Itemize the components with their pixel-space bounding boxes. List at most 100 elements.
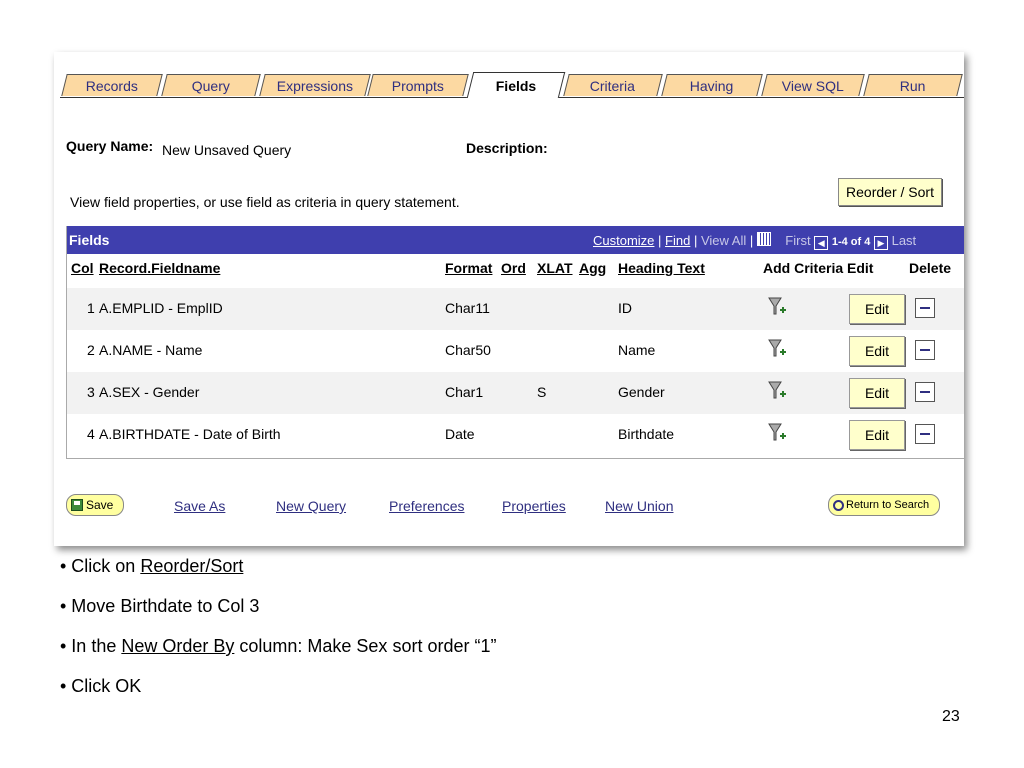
header-format[interactable]: Format: [445, 260, 492, 276]
edit-button[interactable]: Edit: [849, 420, 905, 450]
next-arrow-icon[interactable]: ▶: [873, 236, 888, 250]
delete-row-icon[interactable]: [915, 298, 935, 318]
tab-query[interactable]: Query: [161, 74, 261, 96]
row-format: Char11: [445, 300, 490, 316]
row-format: Char1: [445, 384, 484, 400]
table-row: 1 A.EMPLID - EmplID Char11 ID Edit: [67, 288, 964, 330]
tab-label: Fields: [495, 77, 537, 94]
header-heading-text[interactable]: Heading Text: [618, 260, 705, 276]
fields-grid: Fields Customize | Find | View All | Fir…: [66, 226, 964, 459]
tab-label: Criteria: [590, 77, 636, 94]
tab-label: Run: [900, 77, 926, 94]
table-row: 4 A.BIRTHDATE - Date of Birth Date Birth…: [67, 414, 964, 456]
bullet-reorder-sort: • Click on Reorder/Sort: [60, 556, 243, 577]
add-criteria-filter-icon[interactable]: [767, 296, 787, 320]
preferences-link[interactable]: Preferences: [389, 498, 464, 514]
bullet-text: • In the: [60, 636, 122, 656]
separator: |: [654, 233, 666, 248]
tab-view-sql[interactable]: View SQL: [761, 74, 865, 96]
customize-link[interactable]: Customize: [593, 233, 654, 248]
floppy-disk-icon: [71, 499, 83, 511]
tab-expressions[interactable]: Expressions: [259, 74, 371, 96]
header-col[interactable]: Col: [71, 260, 94, 276]
save-as-link[interactable]: Save As: [174, 498, 225, 514]
save-label: Save: [86, 498, 114, 512]
bullet-text: column: Make Sex sort order “1”: [234, 636, 497, 656]
header-edit: Edit: [847, 260, 874, 276]
tab-having[interactable]: Having: [661, 74, 763, 96]
last-link[interactable]: Last: [892, 233, 917, 248]
row-fieldname: A.BIRTHDATE - Date of Birth: [99, 426, 281, 442]
tab-run[interactable]: Run: [863, 74, 963, 96]
tab-label: Expressions: [276, 77, 354, 94]
header-add-criteria: Add Criteria: [763, 260, 844, 276]
row-col-number: 4: [87, 426, 95, 442]
edit-button[interactable]: Edit: [849, 294, 905, 324]
tab-bar: Records Query Expressions Prompts Fields…: [60, 72, 964, 98]
row-format: Date: [445, 426, 475, 442]
tab-label: Prompts: [391, 77, 444, 94]
tab-fields[interactable]: Fields: [466, 72, 566, 98]
return-to-search-label: Return to Search: [846, 499, 930, 511]
save-button[interactable]: Save: [66, 494, 124, 516]
row-fieldname: A.SEX - Gender: [99, 384, 200, 400]
edit-button[interactable]: Edit: [849, 336, 905, 366]
instructions-text: View field properties, or use field as c…: [70, 194, 460, 210]
edit-button[interactable]: Edit: [849, 378, 905, 408]
properties-link[interactable]: Properties: [502, 498, 566, 514]
view-all-link[interactable]: View All: [701, 233, 746, 248]
header-agg[interactable]: Agg: [579, 260, 606, 276]
add-criteria-filter-icon[interactable]: [767, 338, 787, 362]
find-link[interactable]: Find: [665, 233, 690, 248]
row-heading-text: Birthdate: [618, 426, 675, 442]
add-criteria-filter-icon[interactable]: [767, 380, 787, 404]
header-ord[interactable]: Ord: [501, 260, 526, 276]
reorder-sort-button[interactable]: Reorder / Sort: [838, 178, 942, 206]
table-row: 3 A.SEX - Gender Char1 S Gender Edit: [67, 372, 964, 414]
delete-row-icon[interactable]: [915, 340, 935, 360]
previous-arrow-icon[interactable]: ◀: [814, 236, 829, 250]
bullet-click-ok: • Click OK: [60, 676, 142, 696]
tab-label: Records: [85, 77, 138, 94]
magnifier-icon: [833, 499, 844, 511]
tab-criteria[interactable]: Criteria: [563, 74, 663, 96]
tab-prompts[interactable]: Prompts: [367, 74, 469, 96]
row-col-number: 1: [87, 300, 95, 316]
row-heading-text: Name: [618, 342, 656, 358]
add-criteria-filter-icon[interactable]: [767, 422, 787, 446]
row-col-number: 2: [87, 342, 95, 358]
grid-navigation: Customize | Find | View All | First ◀ 1-…: [593, 232, 916, 250]
row-heading-text: Gender: [618, 384, 665, 400]
row-col-number: 3: [87, 384, 95, 400]
grid-title-bar: Fields Customize | Find | View All | Fir…: [67, 226, 964, 254]
query-name-value: New Unsaved Query: [162, 142, 292, 158]
separator: |: [690, 233, 701, 248]
first-link[interactable]: First: [785, 233, 810, 248]
row-format: Char50: [445, 342, 491, 358]
return-to-search-button[interactable]: Return to Search: [828, 494, 940, 516]
grid-title: Fields: [69, 232, 110, 248]
header-xlat[interactable]: XLAT: [537, 260, 573, 276]
new-order-by-reference: New Order By: [121, 636, 235, 656]
row-range: 1-4 of 4: [831, 236, 871, 248]
tab-records[interactable]: Records: [61, 74, 163, 96]
row-fieldname: A.EMPLID - EmplID: [99, 300, 223, 316]
reorder-sort-reference: Reorder/Sort: [140, 556, 244, 576]
table-row: 2 A.NAME - Name Char50 Name Edit: [67, 330, 964, 372]
row-fieldname: A.NAME - Name: [99, 342, 203, 358]
new-union-link[interactable]: New Union: [605, 498, 673, 514]
delete-row-icon[interactable]: [915, 382, 935, 402]
row-heading-text: ID: [618, 300, 632, 316]
delete-row-icon[interactable]: [915, 424, 935, 444]
new-query-link[interactable]: New Query: [276, 498, 346, 514]
tab-label: View SQL: [781, 77, 844, 94]
peoplesoft-query-screenshot: Records Query Expressions Prompts Fields…: [54, 52, 964, 546]
header-fieldname[interactable]: Record.Fieldname: [99, 260, 220, 276]
tab-label: Having: [690, 77, 734, 94]
query-name-label: Query Name:: [66, 138, 154, 154]
download-grid-icon[interactable]: [756, 232, 771, 246]
separator: |: [746, 233, 757, 248]
bullet-text: • Click on: [60, 556, 141, 576]
slide-page-number: 23: [942, 708, 960, 725]
bullet-move-birthdate: • Move Birthdate to Col 3: [60, 596, 260, 616]
